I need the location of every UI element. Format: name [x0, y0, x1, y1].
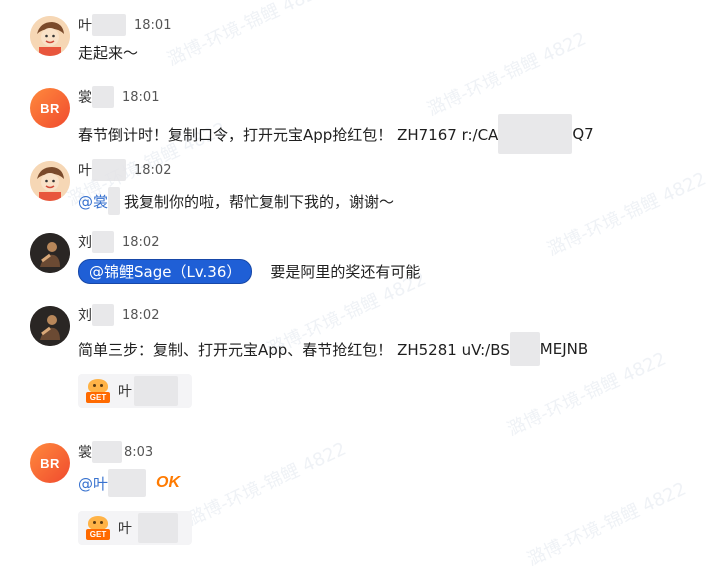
message-content-tail: MEJNB: [539, 340, 589, 358]
redaction: [92, 441, 122, 463]
watermark: 潞博-环境-锦鲤 4822: [424, 28, 590, 121]
redaction: [92, 159, 126, 181]
watermark: 潞博-环境-锦鲤 4822: [544, 168, 706, 261]
avatar[interactable]: [30, 233, 70, 273]
sender-name[interactable]: 裳: [78, 87, 92, 107]
card-label: 叶: [118, 384, 132, 400]
message-text: @锦鲤Sage（Lv.36） 要是阿里的奖还有可能: [78, 259, 420, 284]
message-text: @叶 OK: [78, 469, 180, 497]
redaction: [92, 304, 114, 326]
redaction: [108, 187, 121, 215]
watermark: 潞博-环境-锦鲤 4822: [524, 478, 690, 571]
message-content: 要是阿里的奖还有可能: [270, 263, 421, 281]
timestamp: 8:03: [124, 444, 154, 460]
message-header: 刘 18:02: [78, 304, 159, 326]
watermark: 潞博-环境-锦鲤 4822: [184, 438, 350, 531]
message-text: 简单三步：复制、打开元宝App、春节抢红包！ ZH5281 uV:/BS MEJ…: [78, 332, 588, 366]
avatar[interactable]: [30, 306, 70, 346]
timestamp: 18:02: [122, 234, 160, 250]
redaction: [138, 513, 178, 543]
message-content: 我复制你的啦，帮忙复制下我的，谢谢～: [124, 192, 395, 211]
message-header: 叶 18:02: [78, 159, 171, 181]
message-text: 走起来～: [78, 42, 138, 63]
timestamp: 18:02: [122, 307, 160, 323]
chat-pane: 潞博-环境-锦鲤 4822 潞博-环境-锦鲤 4822 潞博-环境-锦鲤 482…: [0, 0, 706, 570]
timestamp: 18:01: [122, 89, 160, 105]
sender-name[interactable]: 刘: [78, 305, 92, 325]
reply-card[interactable]: GET 叶: [78, 374, 192, 408]
get-badge-icon: GET: [86, 516, 110, 540]
avatar[interactable]: [30, 16, 70, 56]
mention-link[interactable]: @叶: [78, 473, 108, 494]
message-text: @裳 我复制你的啦，帮忙复制下我的，谢谢～: [78, 187, 394, 215]
get-badge-icon: GET: [86, 379, 110, 403]
timestamp: 18:02: [134, 162, 172, 178]
avatar[interactable]: BR: [30, 443, 70, 483]
message-header: 裳 18:01: [78, 86, 159, 108]
message-content: 走起来～: [78, 44, 139, 62]
message-content: 春节倒计时！复制口令，打开元宝App抢红包！ ZH7167 r:/CA: [78, 125, 499, 144]
redaction: [108, 469, 147, 497]
message-content: 简单三步：复制、打开元宝App、春节抢红包！ ZH5281 uV:/BS: [78, 340, 510, 359]
redaction: [498, 114, 573, 154]
mention-pill[interactable]: @锦鲤Sage（Lv.36）: [78, 259, 253, 284]
avatar[interactable]: BR: [30, 88, 70, 128]
redaction: [92, 14, 126, 36]
timestamp: 18:01: [134, 17, 172, 33]
ok-sticker: OK: [156, 474, 181, 491]
redaction: [92, 231, 114, 253]
redaction: [92, 86, 114, 108]
sender-name[interactable]: 叶: [78, 160, 92, 180]
badge-text: GET: [86, 392, 110, 403]
watermark: 潞博-环境-锦鲤 4822: [164, 0, 330, 71]
redaction: [134, 376, 178, 406]
card-label: 叶: [118, 521, 132, 537]
reply-card[interactable]: GET 叶: [78, 511, 192, 545]
mention-link[interactable]: @裳: [78, 191, 108, 212]
message-header: 叶 18:01: [78, 14, 171, 36]
message-text: 春节倒计时！复制口令，打开元宝App抢红包！ ZH7167 r:/CA Q7: [78, 114, 594, 154]
message-header: 刘 18:02: [78, 231, 159, 253]
sender-name[interactable]: 裳: [78, 442, 92, 462]
redaction: [509, 332, 540, 366]
badge-text: GET: [86, 529, 110, 540]
message-header: 裳 8:03: [78, 441, 153, 463]
sender-name[interactable]: 刘: [78, 232, 92, 252]
sender-name[interactable]: 叶: [78, 15, 92, 35]
avatar[interactable]: [30, 161, 70, 201]
message-content-tail: Q7: [572, 125, 594, 143]
